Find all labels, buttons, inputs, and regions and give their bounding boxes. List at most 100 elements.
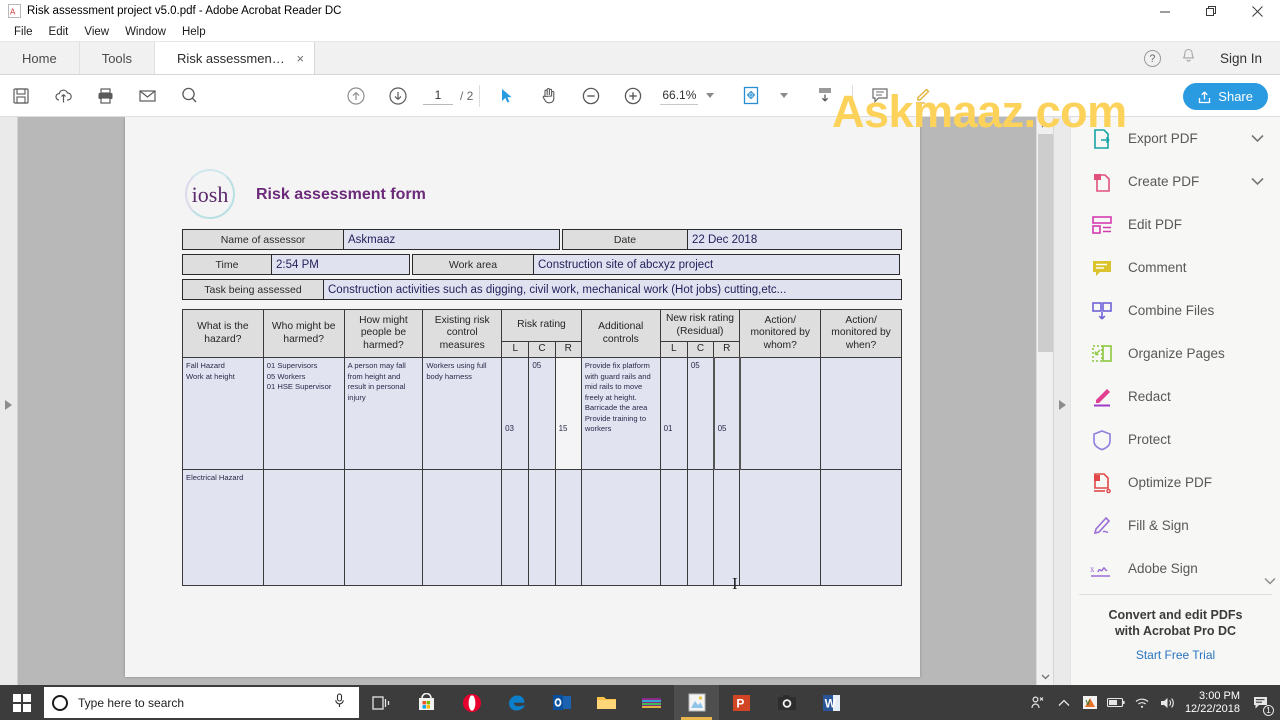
share-button[interactable]: Share <box>1183 83 1268 110</box>
document-vertical-scrollbar[interactable] <box>1036 117 1053 685</box>
tab-home[interactable]: Home <box>0 42 80 74</box>
cell-risk-r[interactable]: 15 <box>554 357 582 470</box>
cell-action-whom[interactable] <box>739 357 822 470</box>
cell-new-risk-l[interactable]: 01 <box>659 357 688 470</box>
expand-navigation-pane-icon[interactable] <box>5 400 12 410</box>
tab-tools[interactable]: Tools <box>79 42 156 74</box>
value-work-area[interactable]: Construction site of abcxyz project <box>534 254 900 275</box>
zoom-out-icon[interactable] <box>570 75 612 117</box>
cell-existing-controls[interactable]: Workers using full body harness <box>422 357 503 470</box>
scrollbar-thumb[interactable] <box>1038 134 1053 352</box>
minimize-icon[interactable] <box>1142 0 1188 22</box>
cell-hazard[interactable]: Electrical Hazard <box>182 469 264 586</box>
previous-page-icon[interactable] <box>335 75 377 117</box>
cell-new-risk-r[interactable]: 05 <box>712 357 741 470</box>
photos-icon[interactable] <box>674 685 719 720</box>
value-task-being-assessed[interactable]: Construction activities such as digging,… <box>324 279 902 300</box>
camera-icon[interactable] <box>764 685 809 720</box>
help-icon[interactable]: ? <box>1143 50 1161 67</box>
outlook-icon[interactable] <box>539 685 584 720</box>
action-center-icon[interactable]: 1 <box>1248 685 1274 720</box>
tool-combine-files[interactable]: Combine Files <box>1071 289 1280 332</box>
menu-item-window[interactable]: Window <box>117 24 174 40</box>
menu-item-edit[interactable]: Edit <box>41 24 77 40</box>
cell-who[interactable] <box>262 469 345 586</box>
powerpoint-icon[interactable]: P <box>719 685 764 720</box>
start-free-trial-link[interactable]: Start Free Trial <box>1071 648 1280 662</box>
cell-action-when[interactable] <box>820 357 902 470</box>
winrar-icon[interactable] <box>629 685 674 720</box>
tool-optimize-pdf[interactable]: Optimize PDF <box>1071 461 1280 504</box>
highlighter-icon[interactable] <box>901 75 943 117</box>
email-icon[interactable] <box>126 75 168 117</box>
left-navigation-rail[interactable] <box>0 117 18 685</box>
close-icon[interactable]: × <box>296 52 304 65</box>
tool-protect[interactable]: Protect <box>1071 418 1280 461</box>
page-number-input[interactable]: 1 <box>423 86 453 105</box>
cell-new-risk-c[interactable] <box>686 469 715 586</box>
restore-icon[interactable] <box>1188 0 1234 22</box>
zoom-search-icon[interactable] <box>168 75 210 117</box>
fit-page-icon[interactable] <box>730 75 772 117</box>
collapse-right-pane-icon[interactable] <box>1059 400 1066 410</box>
cell-additional-controls[interactable] <box>580 469 661 586</box>
tool-redact[interactable]: Redact <box>1071 375 1280 418</box>
table-row[interactable]: Fall Hazard Work at height 01 Supervisor… <box>182 357 902 470</box>
tool-adobe-sign[interactable]: x Adobe Sign <box>1071 547 1280 590</box>
cell-new-risk-c[interactable]: 05 <box>686 357 715 470</box>
windows-start-icon[interactable] <box>0 685 44 720</box>
word-icon[interactable]: W <box>809 685 854 720</box>
wifi-icon[interactable] <box>1129 685 1155 720</box>
sign-in-button[interactable]: Sign In <box>1220 51 1270 66</box>
chevron-down-icon[interactable] <box>1251 132 1264 146</box>
menu-item-file[interactable]: File <box>6 24 41 40</box>
document-scroll-region[interactable]: iosh Risk assessment form Name of assess… <box>18 117 1036 685</box>
chevron-down-icon[interactable] <box>780 93 789 98</box>
print-icon[interactable] <box>84 75 126 117</box>
zoom-in-icon[interactable] <box>612 75 654 117</box>
next-page-icon[interactable] <box>377 75 419 117</box>
tool-organize-pages[interactable]: Organize Pages <box>1071 332 1280 375</box>
microphone-icon[interactable] <box>334 692 345 713</box>
cell-additional-controls[interactable]: Provide fix platform with guard rails an… <box>580 357 661 470</box>
chevron-down-icon[interactable] <box>706 93 715 98</box>
value-date[interactable]: 22 Dec 2018 <box>688 229 902 250</box>
tool-edit-pdf[interactable]: Edit PDF <box>1071 203 1280 246</box>
opera-icon[interactable] <box>449 685 494 720</box>
cursor-arrow-icon[interactable] <box>486 75 528 117</box>
tool-create-pdf[interactable]: Create PDF <box>1071 160 1280 203</box>
value-time[interactable]: 2:54 PM <box>272 254 410 275</box>
task-view-icon[interactable] <box>359 685 404 720</box>
cell-action-whom[interactable] <box>739 469 822 586</box>
cell-new-risk-r[interactable] <box>713 469 741 586</box>
cell-risk-l[interactable]: 03 <box>501 357 530 470</box>
search-input[interactable]: Type here to search <box>44 687 359 718</box>
cell-risk-l[interactable] <box>501 469 530 586</box>
edge-icon[interactable] <box>494 685 539 720</box>
bell-icon[interactable] <box>1181 48 1196 69</box>
cell-hazard[interactable]: Fall Hazard Work at height <box>182 357 264 470</box>
upload-cloud-icon[interactable] <box>42 75 84 117</box>
tool-export-pdf[interactable]: Export PDF <box>1071 117 1280 160</box>
hand-icon[interactable] <box>528 75 570 117</box>
comment-icon[interactable] <box>859 75 901 117</box>
tab-document[interactable]: Risk assessment pr... × <box>155 42 316 74</box>
cell-new-risk-l[interactable] <box>659 469 688 586</box>
cell-risk-c[interactable] <box>528 469 556 586</box>
tool-fill-and-sign[interactable]: Fill & Sign <box>1071 504 1280 547</box>
table-row[interactable]: Electrical Hazard <box>182 469 902 586</box>
volume-icon[interactable] <box>1155 685 1181 720</box>
save-icon[interactable] <box>0 75 42 117</box>
vlc-icon[interactable]: V <box>1077 685 1103 720</box>
cell-risk-r[interactable] <box>554 469 582 586</box>
menu-item-help[interactable]: Help <box>174 24 214 40</box>
right-pane-collapse-rail[interactable] <box>1053 117 1070 685</box>
microsoft-store-icon[interactable] <box>404 685 449 720</box>
panel-scroll-down-icon[interactable] <box>1264 576 1276 588</box>
cell-who[interactable]: 01 Supervisors 05 Workers 01 HSE Supervi… <box>262 357 345 470</box>
cell-how[interactable]: A person may fall from height and result… <box>343 357 424 470</box>
file-explorer-icon[interactable] <box>584 685 629 720</box>
chevron-down-icon[interactable] <box>1251 175 1264 189</box>
cell-existing-controls[interactable] <box>422 469 503 586</box>
close-icon[interactable] <box>1234 0 1280 22</box>
